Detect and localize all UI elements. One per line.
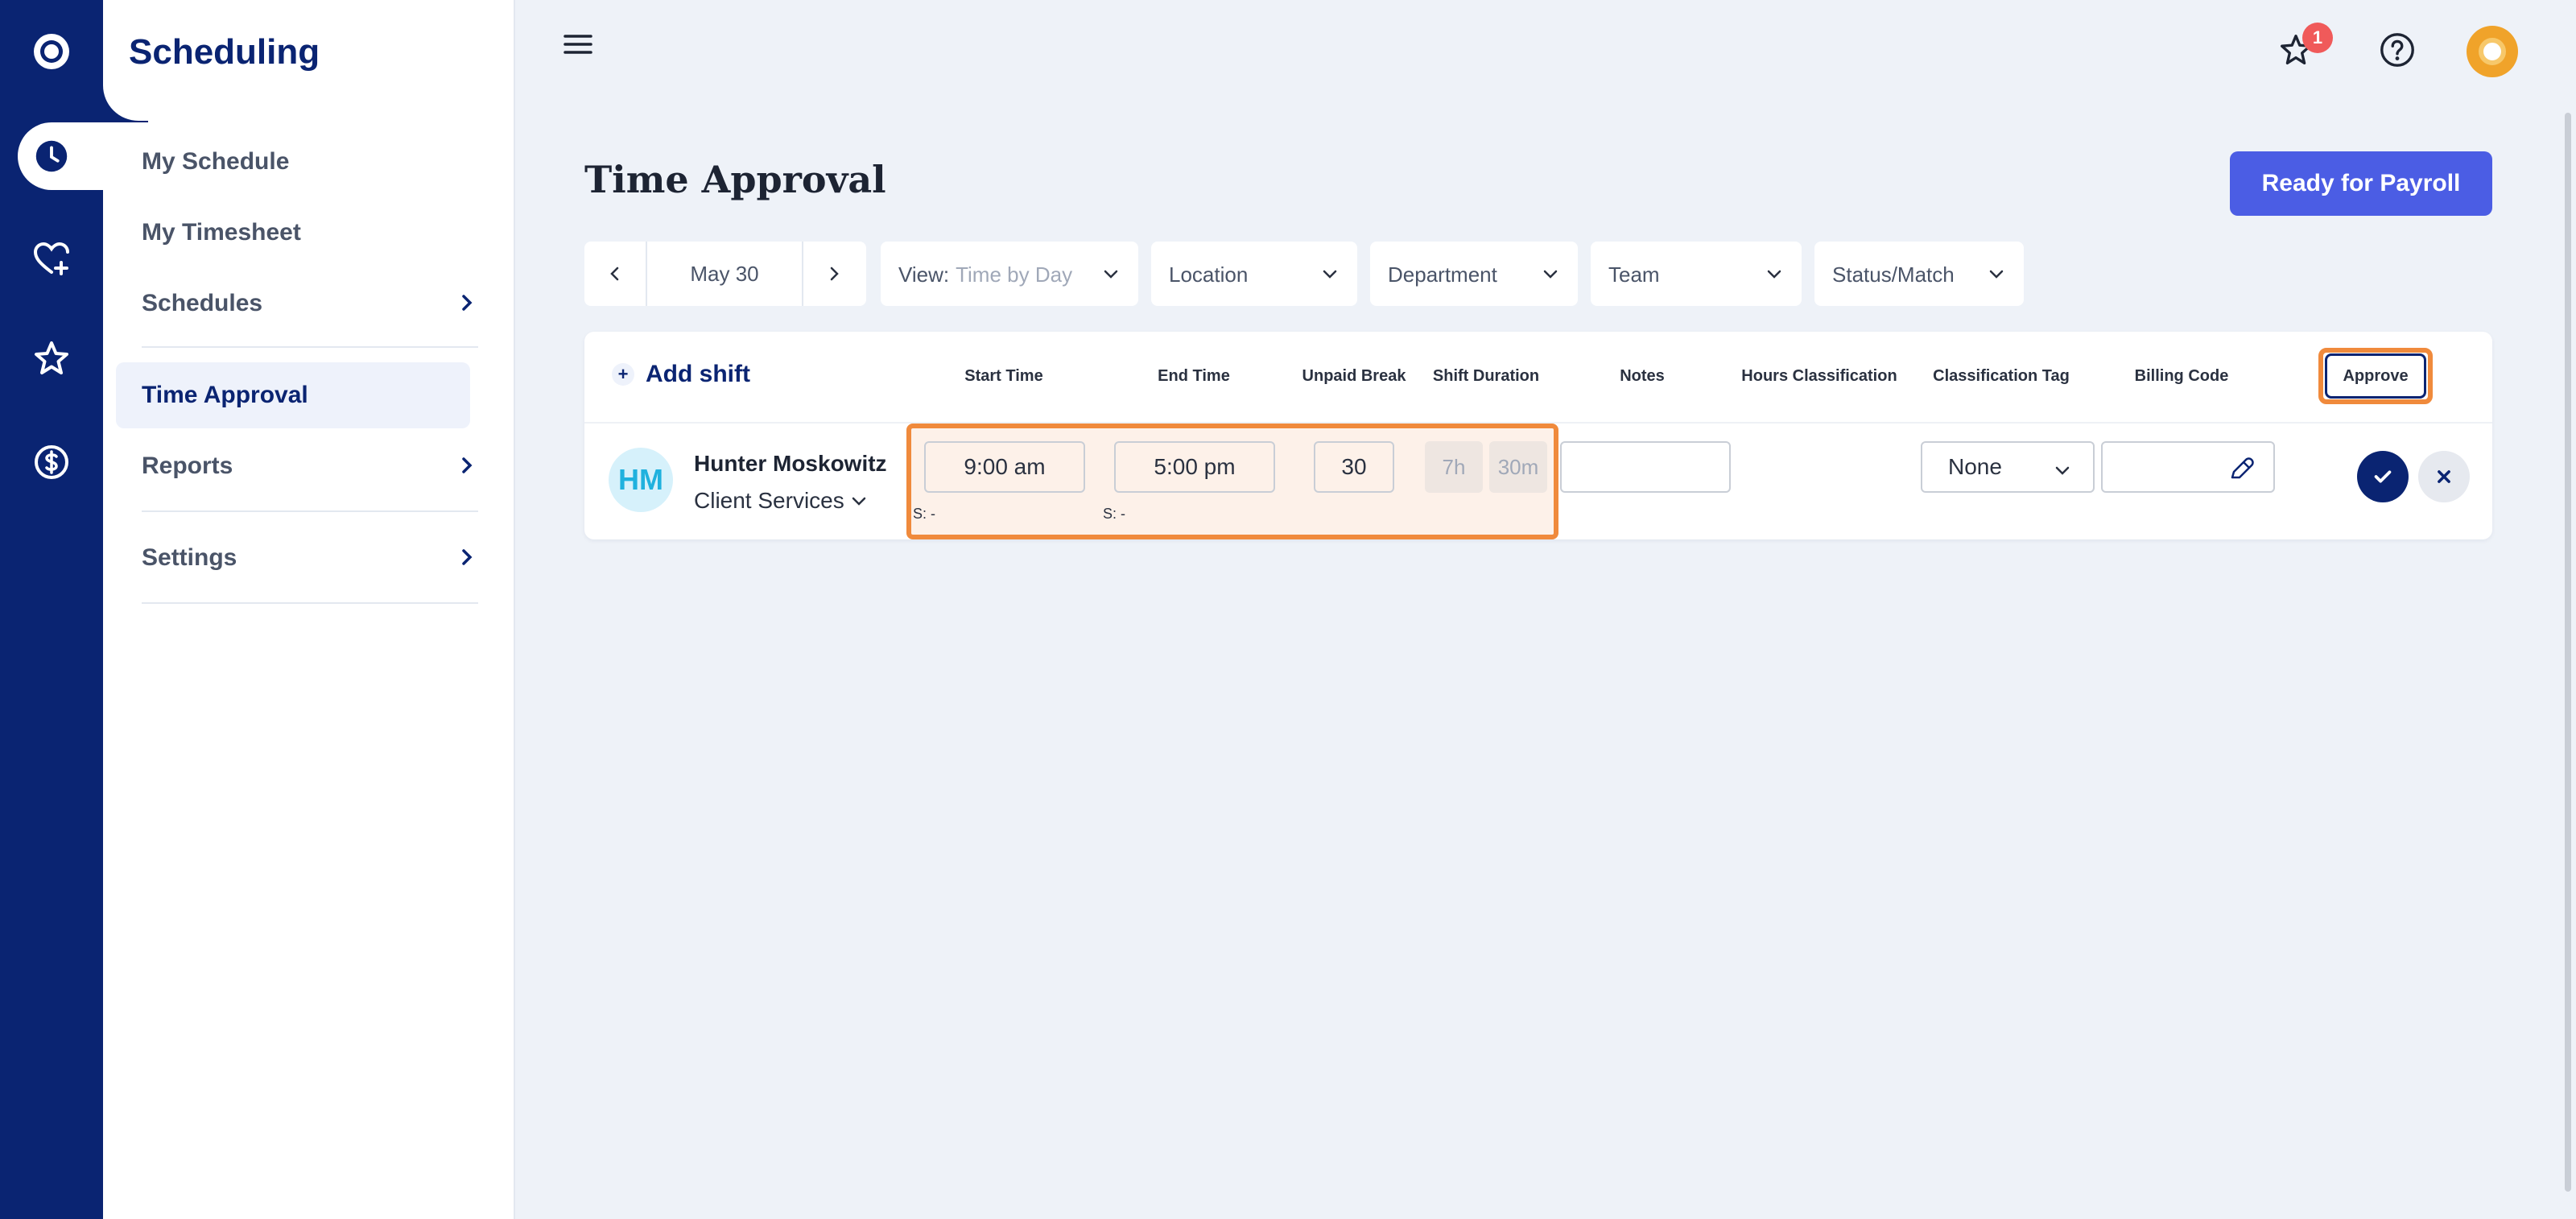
- sidebar-item-my-schedule[interactable]: My Schedule: [142, 148, 289, 176]
- classification-tag-select[interactable]: None: [1921, 441, 2095, 493]
- department-label: Department: [1388, 262, 1497, 287]
- column-header-start-time: Start Time: [964, 367, 1043, 385]
- nav-divider: [142, 510, 478, 512]
- prev-date-button[interactable]: [584, 242, 646, 306]
- status-match-dropdown[interactable]: Status/Match: [1814, 242, 2024, 306]
- sidebar: [103, 0, 515, 1219]
- dollar-icon[interactable]: [18, 428, 85, 496]
- column-header-classification-tag: Classification Tag: [1933, 367, 2070, 385]
- chevron-left-icon: [610, 267, 619, 281]
- view-dropdown[interactable]: View: Time by Day: [881, 242, 1138, 306]
- employee-name: Hunter Moskowitz: [694, 451, 887, 476]
- nav-divider: [142, 602, 478, 604]
- chevron-down-icon: [1543, 270, 1558, 279]
- column-header-hours-classification: Hours Classification: [1741, 367, 1897, 385]
- chevron-down-icon: [1989, 270, 2004, 279]
- unpaid-break-input[interactable]: 30: [1314, 441, 1394, 493]
- notification-badge: 1: [2302, 23, 2333, 53]
- approve-highlight: Approve: [2318, 348, 2433, 404]
- chevron-right-icon: [462, 457, 473, 473]
- column-header-shift-duration: Shift Duration: [1432, 367, 1540, 385]
- reject-row-button[interactable]: [2418, 451, 2470, 502]
- notes-input[interactable]: [1560, 441, 1731, 493]
- sidebar-item-settings[interactable]: Settings: [142, 544, 237, 572]
- chevron-down-icon: [1323, 270, 1337, 279]
- nav-divider: [142, 346, 478, 348]
- employee-department: Client Services: [694, 488, 844, 513]
- chevron-right-icon: [830, 267, 839, 281]
- view-value: Time by Day: [956, 262, 1073, 287]
- checkmark-icon: [2374, 470, 2392, 483]
- sidebar-item-my-timesheet[interactable]: My Timesheet: [142, 219, 301, 246]
- department-dropdown[interactable]: Department: [1370, 242, 1578, 306]
- app-logo-icon[interactable]: [18, 18, 85, 85]
- column-header-notes: Notes: [1620, 367, 1665, 385]
- team-label: Team: [1608, 262, 1660, 287]
- chevron-down-icon: [852, 497, 865, 506]
- employee-avatar: HM: [609, 448, 673, 512]
- column-header-billing-code: Billing Code: [2134, 367, 2229, 385]
- end-time-input[interactable]: 5:00 pm: [1114, 441, 1275, 493]
- column-header-end-time: End Time: [1158, 367, 1230, 385]
- end-scheduled-label: S: -: [1103, 506, 1126, 522]
- hamburger-menu-icon[interactable]: [564, 32, 592, 56]
- chevron-down-icon: [2055, 466, 2070, 475]
- clock-icon[interactable]: [24, 129, 79, 184]
- duration-hours: 7h: [1425, 441, 1483, 493]
- next-date-button[interactable]: [803, 242, 865, 306]
- star-icon[interactable]: [18, 325, 85, 393]
- ready-for-payroll-button[interactable]: Ready for Payroll: [2230, 151, 2492, 216]
- sidebar-brand: Scheduling: [129, 32, 320, 72]
- chevron-right-icon: [462, 549, 473, 565]
- approve-button[interactable]: Approve: [2325, 353, 2426, 399]
- user-avatar[interactable]: [2467, 26, 2518, 77]
- sidebar-item-schedules[interactable]: Schedules: [142, 290, 262, 317]
- chevron-right-icon: [462, 295, 473, 311]
- current-date[interactable]: May 30: [646, 242, 803, 306]
- add-shift-button[interactable]: + Add shift: [612, 361, 750, 388]
- start-time-input[interactable]: 9:00 am: [924, 441, 1085, 493]
- classification-tag-value: None: [1948, 454, 2002, 479]
- column-header-unpaid-break: Unpaid Break: [1302, 367, 1406, 385]
- duration-minutes: 30m: [1489, 441, 1547, 493]
- plus-icon: +: [612, 363, 634, 386]
- close-icon: [2438, 470, 2450, 483]
- scrollbar[interactable]: [2565, 113, 2571, 1192]
- approve-row-button[interactable]: [2357, 451, 2409, 502]
- pencil-icon[interactable]: [2227, 454, 2256, 483]
- start-scheduled-label: S: -: [913, 506, 936, 522]
- sidebar-item-time-approval[interactable]: Time Approval: [142, 382, 308, 409]
- sidebar-item-reports[interactable]: Reports: [142, 452, 233, 480]
- chevron-down-icon: [1767, 270, 1781, 279]
- employee-department-dropdown[interactable]: Client Services: [694, 488, 869, 514]
- chevron-down-icon: [1104, 270, 1118, 279]
- billing-code-input[interactable]: [2101, 441, 2275, 493]
- status-label: Status/Match: [1832, 262, 1955, 287]
- team-dropdown[interactable]: Team: [1591, 242, 1802, 306]
- view-label: View:: [898, 262, 950, 287]
- heart-plus-icon[interactable]: [18, 225, 85, 293]
- add-shift-label: Add shift: [646, 361, 750, 387]
- location-label: Location: [1169, 262, 1249, 287]
- page-title: Time Approval: [584, 158, 886, 201]
- date-navigator: May 30: [584, 242, 866, 306]
- help-icon[interactable]: [2372, 24, 2423, 76]
- location-dropdown[interactable]: Location: [1151, 242, 1357, 306]
